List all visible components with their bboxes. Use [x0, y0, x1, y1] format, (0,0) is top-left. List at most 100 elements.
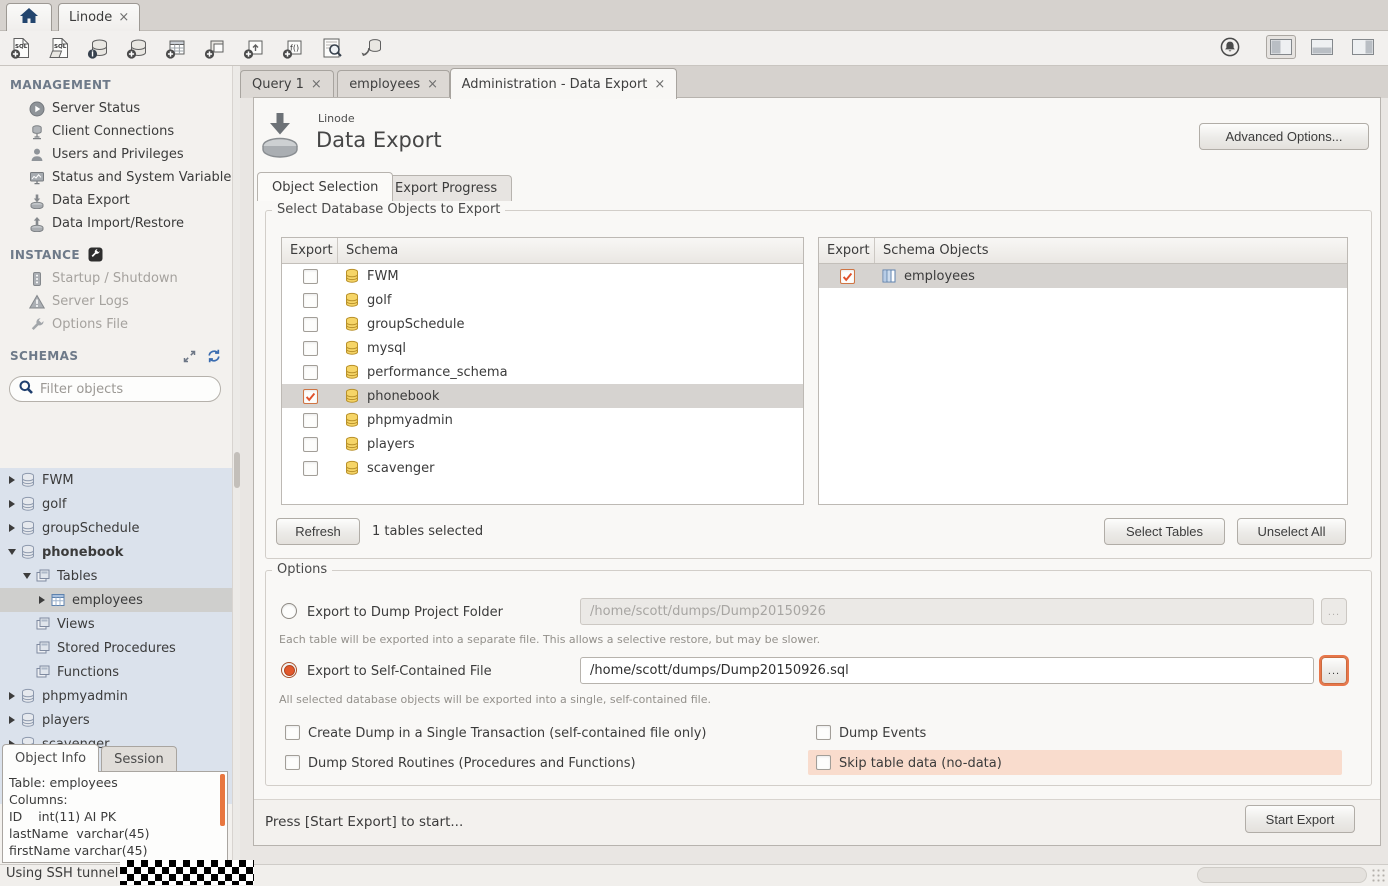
tree-item-views[interactable]: Views [0, 612, 232, 636]
select-tables-button[interactable]: Select Tables [1104, 518, 1225, 545]
table-row-performance_schema[interactable]: performance_schema [282, 360, 803, 384]
export-checkbox[interactable] [303, 341, 318, 356]
sync-schemas-icon[interactable] [206, 348, 222, 364]
radio-dump-project-folder[interactable] [281, 603, 297, 619]
start-export-button[interactable]: Start Export [1245, 805, 1355, 833]
new-query-tab-icon[interactable]: SQL [9, 36, 33, 60]
export-checkbox[interactable] [303, 437, 318, 452]
close-icon[interactable]: × [118, 10, 129, 25]
sidebar-item-options-file[interactable]: Options File [0, 313, 232, 336]
sidebar-item-client-connections[interactable]: Client Connections [0, 120, 232, 143]
tab-object-selection[interactable]: Object Selection [257, 172, 393, 201]
sidebar-item-status-and-system-variables[interactable]: Status and System Variables [0, 166, 232, 189]
column-header-export[interactable]: Export [819, 238, 875, 263]
table-row-groupSchedule[interactable]: groupSchedule [282, 312, 803, 336]
tree-item-functions[interactable]: Functions [0, 660, 232, 684]
tree-item-stored-procedures[interactable]: Stored Procedures [0, 636, 232, 660]
tree-collapsed-arrow-icon[interactable] [6, 716, 18, 724]
schema-filter-input[interactable] [40, 382, 200, 397]
close-icon[interactable]: × [654, 77, 665, 92]
sidebar-item-data-export[interactable]: Data Export [0, 189, 232, 212]
toggle-left-panel-icon[interactable] [1266, 35, 1296, 59]
toggle-bottom-panel-icon[interactable] [1307, 35, 1337, 59]
tree-expanded-arrow-icon[interactable] [21, 573, 33, 579]
tab-session[interactable]: Session [101, 746, 177, 772]
self-contained-path-field[interactable]: /home/scott/dumps/Dump20150926.sql [580, 657, 1314, 684]
export-checkbox[interactable] [303, 461, 318, 476]
close-icon[interactable]: × [427, 77, 438, 92]
checkbox-dump-stored-routines-procedures-and-func[interactable] [285, 755, 300, 770]
object-info-scrollbar[interactable] [220, 774, 225, 826]
create-table-icon[interactable] [165, 36, 189, 60]
advanced-options-button[interactable]: Advanced Options... [1199, 123, 1369, 150]
sidebar-item-startup-shutdown[interactable]: Startup / Shutdown [0, 267, 232, 290]
tree-collapsed-arrow-icon[interactable] [6, 476, 18, 484]
sidebar-item-data-import-restore[interactable]: Data Import/Restore [0, 212, 232, 235]
notifications-icon[interactable] [1219, 36, 1241, 58]
editor-tab-administration-data-export[interactable]: Administration - Data Export× [450, 68, 678, 99]
create-schema-icon[interactable] [126, 36, 150, 60]
unselect-all-button[interactable]: Unselect All [1237, 518, 1346, 545]
tab-object-info[interactable]: Object Info [2, 744, 99, 772]
sidebar-item-server-status[interactable]: Server Status [0, 97, 232, 120]
checkbox-dump-events[interactable] [816, 725, 831, 740]
export-checkbox[interactable] [303, 317, 318, 332]
checkbox-skip-table-data-no-data-[interactable] [816, 755, 831, 770]
export-checkbox[interactable] [303, 413, 318, 428]
column-header-schema-objects[interactable]: Schema Objects [875, 238, 997, 263]
table-row-employees[interactable]: employees [819, 264, 1347, 288]
export-checkbox[interactable] [303, 269, 318, 284]
export-checkbox[interactable] [840, 269, 855, 284]
connection-tab-linode[interactable]: Linode × [58, 3, 140, 31]
window-resize-grip[interactable] [1371, 868, 1385, 882]
checkbox-create-dump-in-a-single-transaction-self[interactable] [285, 725, 300, 740]
tree-collapsed-arrow-icon[interactable] [6, 500, 18, 508]
tree-item-tables[interactable]: Tables [0, 564, 232, 588]
sidebar-item-server-logs[interactable]: Server Logs [0, 290, 232, 313]
tree-item-phonebook[interactable]: phonebook [0, 540, 232, 564]
database-info-icon[interactable]: i [87, 36, 111, 60]
column-header-schema[interactable]: Schema [338, 238, 406, 263]
table-row-FWM[interactable]: FWM [282, 264, 803, 288]
table-row-golf[interactable]: golf [282, 288, 803, 312]
table-row-scavenger[interactable]: scavenger [282, 456, 803, 480]
tree-item-golf[interactable]: golf [0, 492, 232, 516]
tab-export-progress[interactable]: Export Progress [380, 175, 512, 201]
table-row-players[interactable]: players [282, 432, 803, 456]
export-checkbox[interactable] [303, 365, 318, 380]
export-checkbox[interactable] [303, 389, 318, 404]
tree-collapsed-arrow-icon[interactable] [36, 596, 48, 604]
tree-expanded-arrow-icon[interactable] [6, 549, 18, 555]
tree-item-fwm[interactable]: FWM [0, 468, 232, 492]
expand-panel-icon[interactable] [182, 349, 197, 364]
search-objects-icon[interactable] [321, 36, 345, 60]
table-row-phpmyadmin[interactable]: phpmyadmin [282, 408, 803, 432]
table-row-phonebook[interactable]: phonebook [282, 384, 803, 408]
sidebar-scrollbar[interactable] [232, 66, 240, 864]
create-view-icon[interactable] [204, 36, 228, 60]
tree-item-employees[interactable]: employees [0, 588, 232, 612]
close-icon[interactable]: × [311, 77, 322, 92]
statusbar-scrollbar[interactable] [1197, 867, 1367, 883]
data-transfer-icon[interactable] [360, 36, 384, 60]
tree-collapsed-arrow-icon[interactable] [6, 524, 18, 532]
create-function-icon[interactable]: f() [282, 36, 306, 60]
column-header-export[interactable]: Export [282, 238, 338, 263]
sidebar-item-users-and-privileges[interactable]: Users and Privileges [0, 143, 232, 166]
create-procedure-icon[interactable] [243, 36, 267, 60]
export-checkbox[interactable] [303, 293, 318, 308]
browse-file-button[interactable]: ... [1321, 657, 1347, 684]
tree-item-phpmyadmin[interactable]: phpmyadmin [0, 684, 232, 708]
open-sql-script-icon[interactable]: SQL [48, 36, 72, 60]
editor-tab-query-1[interactable]: Query 1× [240, 70, 334, 98]
schema-filter[interactable] [9, 376, 221, 402]
tree-item-players[interactable]: players [0, 708, 232, 732]
toggle-right-panel-icon[interactable] [1348, 35, 1378, 59]
tree-collapsed-arrow-icon[interactable] [6, 692, 18, 700]
radio-self-contained-file[interactable] [281, 662, 297, 678]
tree-item-groupschedule[interactable]: groupSchedule [0, 516, 232, 540]
refresh-button[interactable]: Refresh [276, 518, 360, 545]
home-tab[interactable] [6, 3, 52, 31]
table-row-mysql[interactable]: mysql [282, 336, 803, 360]
editor-tab-employees[interactable]: employees× [337, 70, 450, 98]
